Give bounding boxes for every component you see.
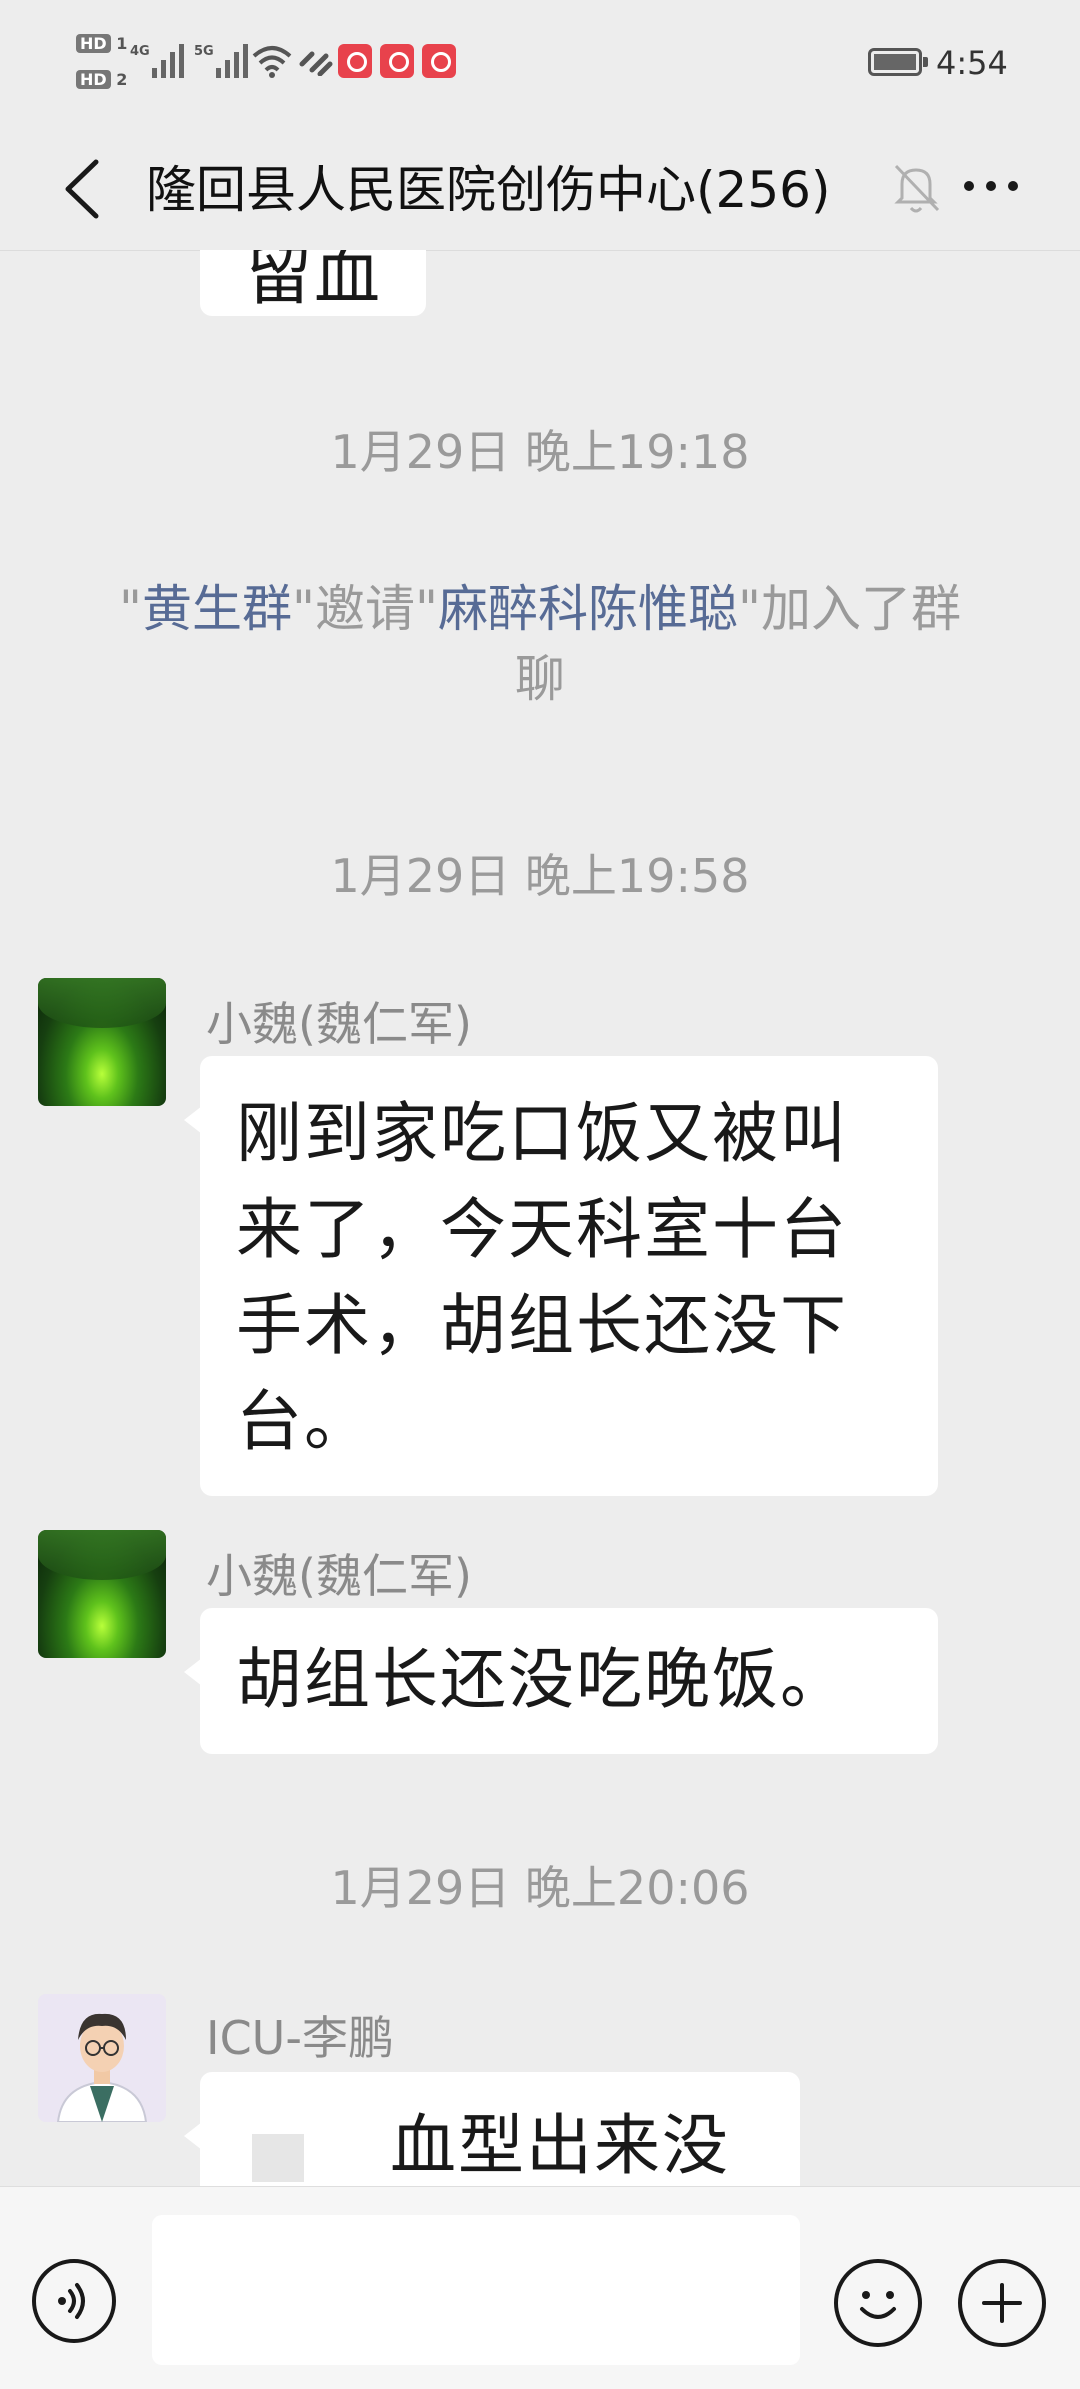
app-notification-icon-3 xyxy=(422,44,456,78)
sender-name: 小魏(魏仁军) xyxy=(206,1549,472,1603)
avatar[interactable] xyxy=(38,1994,166,2122)
inviter-link[interactable]: 黄生群 xyxy=(142,580,292,638)
plus-icon xyxy=(982,2283,1022,2323)
signal-icon xyxy=(152,42,184,78)
back-icon[interactable] xyxy=(54,154,114,224)
sender-name: ICU-李鹏 xyxy=(206,2011,394,2065)
message-line: 血型出来没 xyxy=(390,2107,730,2184)
link-icon xyxy=(299,51,333,76)
app-notification-icon xyxy=(338,44,372,78)
message-line: 刚到家吃口饭又被叫 xyxy=(236,1095,848,1172)
chat-title: 隆回县人民医院创伤中心(256) xyxy=(146,161,831,219)
voice-icon xyxy=(58,2283,85,2319)
chat-header: 隆回县人民医院创伤中心(256) xyxy=(0,126,1080,251)
hd2-label: HD xyxy=(76,70,111,89)
system-message: "黄生群"邀请"麻醉科陈惟聪"加入了群聊 xyxy=(110,574,970,714)
system-text-mid: "邀请" xyxy=(292,580,438,638)
more-actions-button[interactable] xyxy=(958,2259,1046,2347)
message-line: 手术，胡组长还没下 xyxy=(236,1287,848,1364)
more-icon[interactable] xyxy=(956,156,1026,216)
sender-name: 小魏(魏仁军) xyxy=(206,997,472,1051)
message-line: 来了，今天科室十台 xyxy=(236,1191,848,1268)
emoji-button[interactable] xyxy=(834,2259,922,2347)
chat-messages[interactable]: 留血 1月29日 晚上19:18 "黄生群"邀请"麻醉科陈惟聪"加入了群聊 1月… xyxy=(0,250,1080,2186)
signal-icon-2 xyxy=(216,42,248,78)
input-bar xyxy=(0,2186,1080,2389)
timestamp: 1月29日 晚上19:18 xyxy=(330,425,750,479)
doctor-avatar-icon xyxy=(38,1994,166,2122)
image-placeholder xyxy=(252,2134,304,2182)
hd1-sub: 1 xyxy=(116,34,128,53)
status-bar: HD 1 HD 2 4G 5G 4:54 xyxy=(0,0,1080,126)
avatar[interactable] xyxy=(38,978,166,1106)
hd1-label: HD xyxy=(76,34,111,53)
net2-label: 5G xyxy=(194,44,214,59)
message-bubble-partial[interactable]: 留血 xyxy=(200,250,426,316)
message-line: 台。 xyxy=(236,1383,372,1460)
app-notification-icon-2 xyxy=(380,44,414,78)
hd2-indicator: HD 2 xyxy=(76,70,127,89)
timestamp: 1月29日 晚上19:58 xyxy=(330,849,750,903)
wifi-icon xyxy=(252,46,292,78)
message-input[interactable] xyxy=(152,2215,800,2365)
hd1-indicator: HD 1 xyxy=(76,34,127,53)
message-text: 留血 xyxy=(246,250,382,314)
timestamp: 1月29日 晚上20:06 xyxy=(330,1861,750,1915)
emoji-icon xyxy=(860,2291,896,2319)
clock: 4:54 xyxy=(936,44,1008,82)
mute-bell-icon xyxy=(894,164,940,213)
net1-label: 4G xyxy=(130,44,150,59)
invitee-link[interactable]: 麻醉科陈惟聪 xyxy=(438,580,738,638)
message-bubble[interactable]: 胡组长还没吃晚饭。 xyxy=(184,1608,938,1754)
message-line: 胡组长还没吃晚饭。 xyxy=(236,1641,848,1718)
voice-button[interactable] xyxy=(32,2259,116,2343)
message-bubble[interactable]: 刚到家吃口饭又被叫 来了，今天科室十台 手术，胡组长还没下 台。 xyxy=(184,1056,938,1496)
hd2-sub: 2 xyxy=(116,70,128,89)
avatar[interactable] xyxy=(38,1530,166,1658)
message-bubble[interactable]: 血型出来没 xyxy=(184,2072,800,2186)
battery-icon xyxy=(868,48,928,76)
system-quote: " xyxy=(119,580,142,638)
